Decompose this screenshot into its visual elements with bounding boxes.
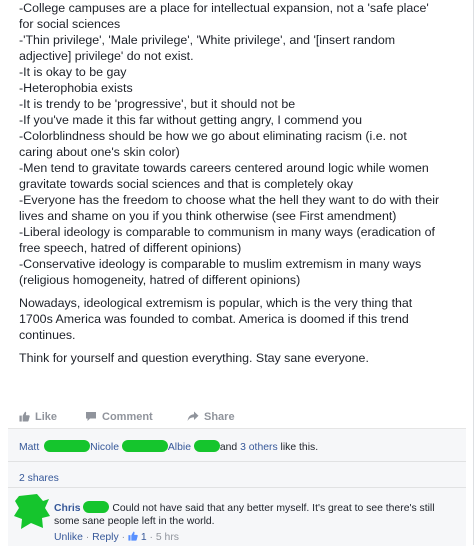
- avatar[interactable]: [13, 492, 51, 530]
- divider: [8, 461, 466, 462]
- post-paragraph-line: Think for yourself and question everythi…: [19, 351, 369, 365]
- reply-link[interactable]: Reply: [92, 532, 119, 543]
- post-line: -Men tend to gravitate towards careers c…: [19, 161, 429, 175]
- comment-like-count[interactable]: 1: [141, 532, 147, 543]
- speech-bubble-icon: [86, 412, 96, 421]
- post-paragraph-line: Nowadays, ideological extremism is popul…: [19, 296, 413, 310]
- post-line: adjective] privilege' do not exist.: [19, 49, 194, 63]
- redaction-mark: [121, 440, 168, 452]
- post-line: -It is okay to be gay: [19, 65, 127, 79]
- post-paragraph-line: 1700s America was founded to combat. Ame…: [19, 312, 409, 326]
- comment-body: Chris Could not have said that any bette…: [54, 501, 459, 528]
- thumbs-up-icon: [19, 411, 30, 422]
- liker-name[interactable]: Nicole: [90, 442, 119, 453]
- like-button[interactable]: Like: [19, 411, 57, 423]
- post-line: -Everyone has the freedom to choose what…: [19, 193, 440, 207]
- share-arrow-icon: [187, 411, 199, 421]
- post-line: (religious homogeneity, hatred of differ…: [19, 273, 301, 287]
- post-line: -Liberal ideology is comparable to commu…: [19, 225, 435, 239]
- redaction-mark: [44, 440, 91, 452]
- post-line: -Conservative ideology is comparable to …: [19, 257, 422, 271]
- share-button[interactable]: Share: [187, 411, 235, 423]
- post-line: -Colorblindness should be how we go abou…: [19, 129, 407, 143]
- comment-text-line: some sane people left in the world.: [54, 516, 215, 527]
- share-label: Share: [204, 411, 235, 423]
- comment-meta: Unlike · Reply · 1 · 5 hrs: [54, 531, 179, 543]
- liker-name[interactable]: Albie: [168, 442, 191, 453]
- comment-text-line: Could not have said that any better myse…: [112, 503, 435, 514]
- post-card: -College campuses are a place for intell…: [0, 0, 474, 546]
- post-paragraph: Nowadays, ideological extremism is popul…: [19, 295, 464, 343]
- post-line: lives and shame on you if you think othe…: [19, 209, 397, 223]
- meta-separator: ·: [121, 532, 126, 543]
- redaction-mark: [83, 501, 110, 513]
- comment-timestamp[interactable]: 5 hrs: [156, 532, 179, 543]
- likes-tail-text: like this.: [280, 442, 319, 453]
- unlike-link[interactable]: Unlike: [54, 532, 83, 543]
- feedback-panel: Matt Nicole Albie and 3 others like this…: [8, 428, 466, 546]
- post-line: -Heterophobia exists: [19, 81, 133, 95]
- post-line: -If you've made it this far without gett…: [19, 113, 363, 127]
- like-label: Like: [35, 411, 58, 423]
- comment-label: Comment: [102, 411, 153, 423]
- likes-others-link[interactable]: 3 others: [240, 442, 278, 453]
- divider: [8, 487, 466, 488]
- likes-summary: Matt Nicole Albie and 3 others like this…: [19, 440, 318, 453]
- liker-name[interactable]: Matt: [19, 442, 39, 453]
- post-line: -'Thin privilege', 'Male privilege', 'Wh…: [19, 33, 396, 47]
- shares-link[interactable]: 2 shares: [19, 473, 59, 484]
- post-line: caring about one's skin color): [19, 145, 180, 159]
- redaction-mark: [193, 440, 220, 452]
- comment-author[interactable]: Chris: [54, 503, 81, 514]
- meta-separator: ·: [149, 532, 153, 543]
- meta-separator: ·: [85, 532, 90, 543]
- post-line: free speech, hatred of different opinion…: [19, 241, 242, 255]
- post-line: for social sciences: [19, 17, 121, 31]
- likes-and-text: and: [219, 442, 238, 453]
- post-paragraph-line: continues.: [19, 328, 76, 342]
- post-line: -It is trendy to be 'progressive', but i…: [19, 97, 296, 111]
- post-paragraph: Think for yourself and question everythi…: [19, 350, 464, 366]
- comment-button[interactable]: Comment: [85, 411, 153, 423]
- thumbs-up-icon: [128, 531, 138, 541]
- post-line: -College campuses are a place for intell…: [19, 1, 429, 15]
- post-line: gravitate towards social sciences and th…: [19, 177, 354, 191]
- post-body: -College campuses are a place for intell…: [19, 0, 464, 366]
